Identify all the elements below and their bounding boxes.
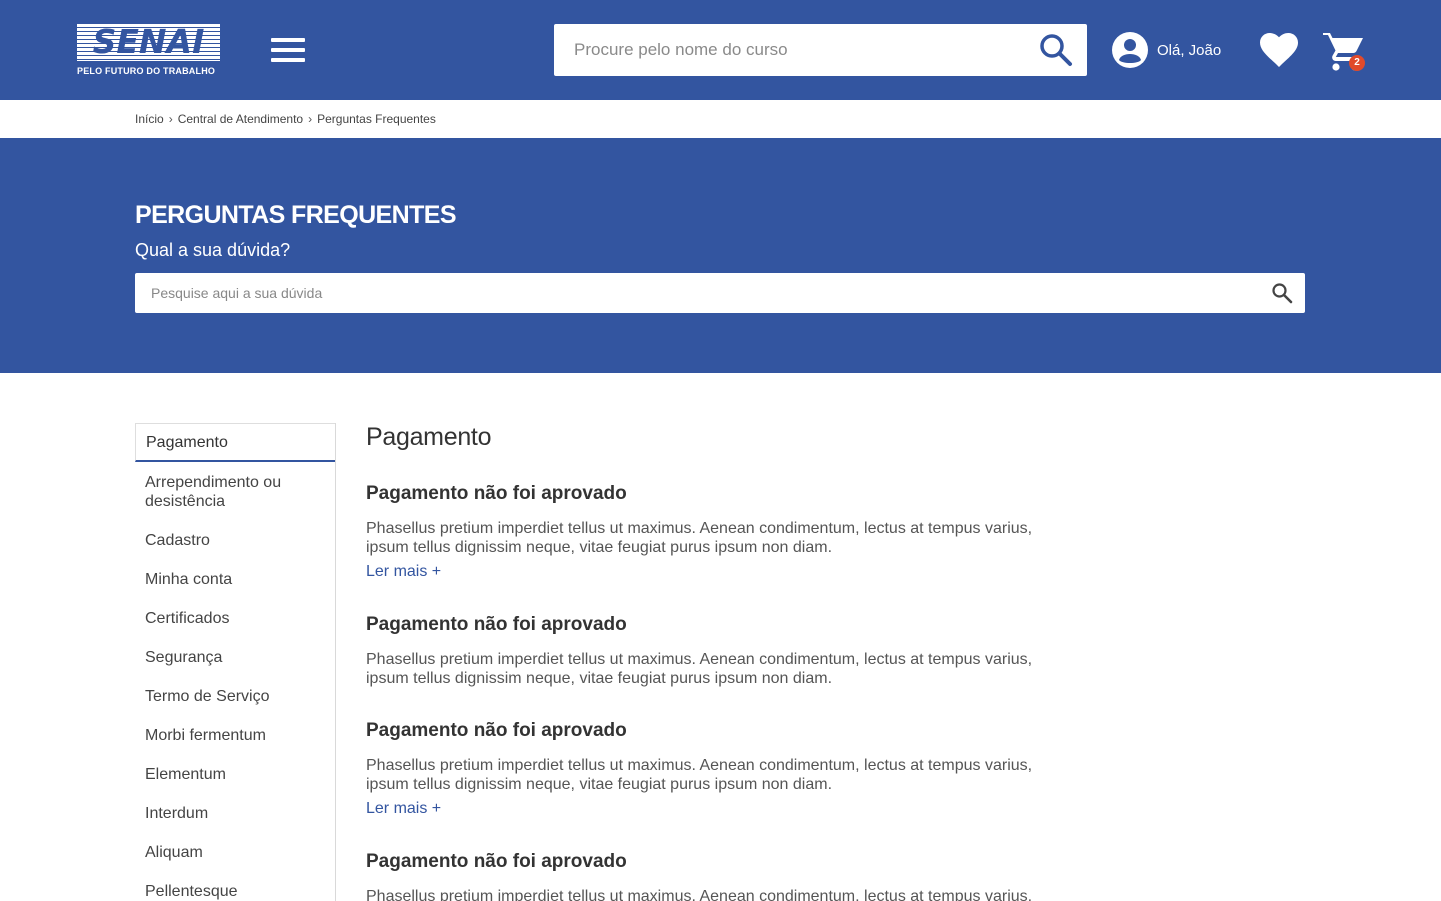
course-search-input[interactable] xyxy=(554,24,1024,76)
sidebar-item-interdum[interactable]: Interdum xyxy=(135,804,335,823)
faq-item: Pagamento não foi aprovado Phasellus pre… xyxy=(366,851,1066,901)
senai-logo[interactable]: SENAI PELO FUTURO DO TRABALHO xyxy=(77,22,220,78)
sidebar-item-minha-conta[interactable]: Minha conta xyxy=(135,570,335,589)
hamburger-menu-icon[interactable] xyxy=(271,38,305,62)
sidebar-item-pellentesque[interactable]: Pellentesque xyxy=(135,882,335,901)
chevron-right-icon: › xyxy=(168,112,173,126)
sidebar-item-pagamento[interactable]: Pagamento xyxy=(135,423,335,462)
user-account-button[interactable]: Olá, João xyxy=(1111,31,1221,69)
heart-icon[interactable] xyxy=(1259,32,1299,68)
sidebar-item-seguranca[interactable]: Segurança xyxy=(135,648,335,667)
sidebar-item-cadastro[interactable]: Cadastro xyxy=(135,531,335,550)
sidebar-item-arrependimento[interactable]: Arrependimento ou desistência xyxy=(135,473,335,511)
faq-search-box xyxy=(135,273,1305,313)
faq-content: Pagamento Pagamento não foi aprovado Pha… xyxy=(366,423,1066,901)
chevron-right-icon: › xyxy=(308,112,313,126)
faq-item: Pagamento não foi aprovado Phasellus pre… xyxy=(366,614,1066,688)
faq-hero-banner: PERGUNTAS FREQUENTES Qual a sua dúvida? xyxy=(0,138,1441,373)
sidebar-item-certificados[interactable]: Certificados xyxy=(135,609,335,628)
sidebar-item-termo-de-servico[interactable]: Termo de Serviço xyxy=(135,687,335,706)
faq-category-sidebar: Pagamento Arrependimento ou desistência … xyxy=(135,423,336,901)
user-greeting: Olá, João xyxy=(1157,41,1222,59)
search-icon[interactable] xyxy=(1039,33,1073,67)
top-header: SENAI PELO FUTURO DO TRABALHO Olá, João … xyxy=(0,0,1441,100)
section-title: Pagamento xyxy=(366,423,492,451)
page-title: PERGUNTAS FREQUENTES xyxy=(135,201,457,229)
logo-wordmark: SENAI xyxy=(92,22,205,61)
faq-item: Pagamento não foi aprovado Phasellus pre… xyxy=(366,483,1066,581)
sidebar-item-morbi-fermentum[interactable]: Morbi fermentum xyxy=(135,726,335,745)
faq-answer: Phasellus pretium imperdiet tellus ut ma… xyxy=(366,888,1033,901)
faq-question: Pagamento não foi aprovado xyxy=(366,483,627,504)
user-avatar-icon xyxy=(1112,32,1148,68)
logo-tagline: PELO FUTURO DO TRABALHO xyxy=(77,66,216,76)
logo-wordmark-box: SENAI xyxy=(77,22,220,61)
sidebar-item-elementum[interactable]: Elementum xyxy=(135,765,335,784)
read-more-link[interactable]: Ler mais + xyxy=(366,800,441,818)
faq-item: Pagamento não foi aprovado Phasellus pre… xyxy=(366,720,1066,818)
faq-question: Pagamento não foi aprovado xyxy=(366,851,627,872)
course-search-box xyxy=(554,24,1087,76)
breadcrumb-current: Perguntas Frequentes xyxy=(317,112,436,126)
breadcrumb-home-link[interactable]: Início xyxy=(135,112,164,126)
faq-answer: Phasellus pretium imperdiet tellus ut ma… xyxy=(366,757,1033,793)
read-more-link[interactable]: Ler mais + xyxy=(366,563,441,581)
search-icon[interactable] xyxy=(1271,282,1293,304)
faq-answer: Phasellus pretium imperdiet tellus ut ma… xyxy=(366,520,1033,556)
cart-count-badge: 2 xyxy=(1349,55,1365,71)
page-subtitle: Qual a sua dúvida? xyxy=(135,240,291,260)
faq-question: Pagamento não foi aprovado xyxy=(366,720,627,741)
faq-answer: Phasellus pretium imperdiet tellus ut ma… xyxy=(366,651,1033,687)
sidebar-item-aliquam[interactable]: Aliquam xyxy=(135,843,335,862)
breadcrumb: Início › Central de Atendimento › Pergun… xyxy=(135,110,436,128)
faq-question: Pagamento não foi aprovado xyxy=(366,614,627,635)
breadcrumb-support-link[interactable]: Central de Atendimento xyxy=(178,112,303,126)
faq-search-input[interactable] xyxy=(135,273,1255,313)
